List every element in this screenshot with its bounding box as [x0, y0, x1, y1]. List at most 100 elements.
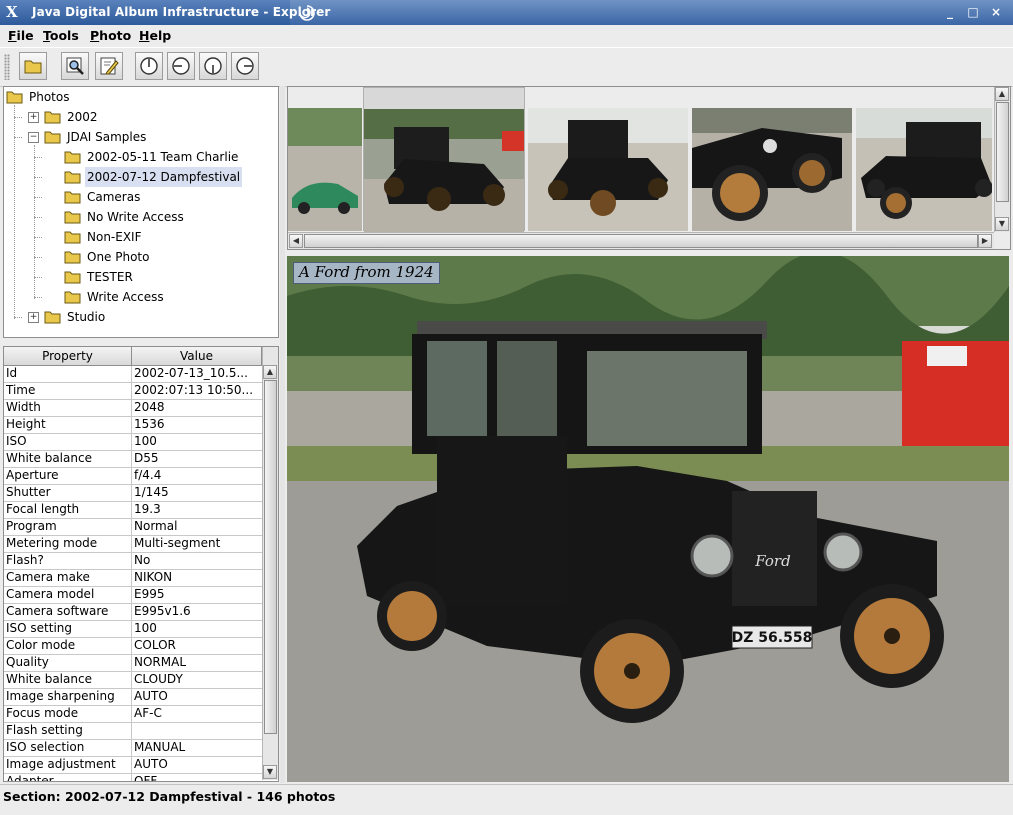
property-name: Camera make — [4, 570, 132, 586]
tree-guide-line — [34, 277, 42, 278]
table-row[interactable]: Camera model E995 — [4, 587, 262, 604]
tree-item[interactable]: Write Access — [4, 287, 276, 307]
property-name: Flash? — [4, 553, 132, 569]
properties-table[interactable]: Property Value Id 2002-07-13_10.5... Time 2… — [3, 346, 279, 782]
tree-item[interactable]: One Photo — [4, 247, 276, 267]
table-row[interactable]: Id 2002-07-13_10.5... — [4, 366, 262, 383]
scroll-down-button[interactable]: ▼ — [263, 765, 277, 779]
property-value: Normal — [134, 519, 178, 533]
tree-item[interactable]: No Write Access — [4, 207, 276, 227]
window-title: Java Digital Album Infrastructure - Expl… — [32, 5, 331, 19]
table-row[interactable]: ISO 100 — [4, 434, 262, 451]
search-photo-icon — [66, 57, 84, 75]
table-row[interactable]: Color mode COLOR — [4, 638, 262, 655]
folder-tree[interactable]: Photos +2002 − JDAI Samples 2002-05-11 Team … — [3, 86, 279, 338]
rotate-up-button[interactable] — [135, 52, 163, 80]
edit-button[interactable] — [95, 52, 123, 80]
tree-item[interactable]: + Studio — [4, 307, 276, 327]
menu-help[interactable]: Help — [139, 28, 171, 43]
table-row[interactable]: Adapter OFF — [4, 774, 262, 781]
tree-item[interactable]: 2002-07-12 Dampfestival — [4, 167, 276, 187]
thumbnail[interactable] — [288, 87, 362, 231]
property-name: White balance — [4, 672, 132, 688]
table-row[interactable]: White balance CLOUDY — [4, 672, 262, 689]
open-folder-button[interactable] — [19, 52, 47, 80]
properties-scroll-thumb[interactable] — [264, 380, 277, 734]
rotate-down-icon — [204, 57, 222, 75]
thumb-scroll-left-button[interactable]: ◀ — [289, 234, 303, 248]
menu-tools[interactable]: Tools — [43, 28, 79, 43]
tree-item[interactable]: +2002 — [4, 107, 276, 127]
tree-item[interactable]: Non-EXIF — [4, 227, 276, 247]
menu-photo[interactable]: Photo — [90, 28, 131, 43]
property-name: Program — [4, 519, 132, 535]
tree-item[interactable]: TESTER — [4, 267, 276, 287]
thumbnail-vscroll-thumb[interactable] — [996, 102, 1009, 202]
table-row[interactable]: Focal length 19.3 — [4, 502, 262, 519]
thumb-scroll-up-button[interactable]: ▲ — [995, 87, 1009, 101]
maximize-button[interactable]: □ — [965, 5, 981, 20]
rotate-left-button[interactable] — [167, 52, 195, 80]
header-value[interactable]: Value — [132, 347, 262, 365]
thumbnail[interactable] — [692, 87, 854, 231]
table-row[interactable]: Camera software E995v1.6 — [4, 604, 262, 621]
table-row[interactable]: Program Normal — [4, 519, 262, 536]
property-name: Quality — [4, 655, 132, 671]
expand-icon[interactable]: + — [28, 112, 39, 123]
table-row[interactable]: Time 2002:07:13 10:50... — [4, 383, 262, 400]
thumbnail-selected[interactable] — [363, 87, 525, 232]
tree-item-label: Non-EXIF — [87, 230, 142, 244]
table-row[interactable]: Flash? No — [4, 553, 262, 570]
thumbnail[interactable] — [856, 87, 994, 231]
table-row[interactable]: White balance D55 — [4, 451, 262, 468]
photo-caption[interactable]: A Ford from 1924 — [293, 262, 440, 284]
property-name: ISO setting — [4, 621, 132, 637]
tree-item[interactable]: 2002-05-11 Team Charlie — [4, 147, 276, 167]
table-row[interactable]: ISO selection MANUAL — [4, 740, 262, 757]
thumbnail-strip[interactable]: ▲ ▼ ◀ ▶ — [287, 86, 1011, 250]
menu-file[interactable]: File — [8, 28, 34, 43]
rotate-down-button[interactable] — [199, 52, 227, 80]
table-row[interactable]: Metering mode Multi-segment — [4, 536, 262, 553]
tree-item[interactable]: Photos — [4, 87, 276, 107]
table-row[interactable]: Shutter 1/145 — [4, 485, 262, 502]
toolbar-grip[interactable] — [4, 54, 10, 80]
table-row[interactable]: ISO setting 100 — [4, 621, 262, 638]
property-name: Flash setting — [4, 723, 132, 739]
thumbnail-image — [528, 108, 688, 231]
expand-icon[interactable]: + — [28, 312, 39, 323]
thumb-scroll-down-button[interactable]: ▼ — [995, 217, 1009, 231]
property-name: Color mode — [4, 638, 132, 654]
table-row[interactable]: Image sharpening AUTO — [4, 689, 262, 706]
tree-item[interactable]: Cameras — [4, 187, 276, 207]
thumbnail-hscroll-thumb[interactable] — [304, 234, 978, 248]
close-button[interactable]: × — [988, 5, 1004, 20]
tree-item-label: No Write Access — [87, 210, 184, 224]
table-row[interactable]: Width 2048 — [4, 400, 262, 417]
header-property[interactable]: Property — [4, 347, 132, 365]
status-text: Section: 2002-07-12 Dampfestival - 146 p… — [3, 789, 336, 804]
split-divider[interactable] — [280, 86, 285, 783]
table-row[interactable]: Flash setting — [4, 723, 262, 740]
menu-tools-mnemonic: T — [43, 28, 50, 43]
rotate-left-icon — [172, 57, 190, 75]
search-photo-button[interactable] — [61, 52, 89, 80]
properties-scrollbar[interactable]: ▲ ▼ — [262, 347, 278, 780]
photo-view[interactable]: DZ 56.558 Ford A Ford from 1924 — [287, 256, 1009, 782]
tree-item[interactable]: − JDAI Samples — [4, 127, 276, 147]
table-row[interactable]: Focus mode AF-C — [4, 706, 262, 723]
thumbnail-hscrollbar[interactable]: ◀ ▶ — [288, 232, 994, 249]
table-row[interactable]: Quality NORMAL — [4, 655, 262, 672]
minimize-button[interactable]: _ — [942, 5, 958, 20]
thumbnail-vscrollbar[interactable]: ▲ ▼ — [994, 87, 1010, 232]
table-row[interactable]: Aperture f/4.4 — [4, 468, 262, 485]
collapse-icon[interactable]: − — [28, 132, 39, 143]
rotate-right-button[interactable] — [231, 52, 259, 80]
scroll-up-button[interactable]: ▲ — [263, 365, 277, 379]
thumb-scroll-right-button[interactable]: ▶ — [978, 234, 992, 248]
table-row[interactable]: Height 1536 — [4, 417, 262, 434]
thumbnail[interactable] — [528, 87, 690, 231]
table-row[interactable]: Camera make NIKON — [4, 570, 262, 587]
property-name: Id — [4, 366, 132, 382]
table-row[interactable]: Image adjustment AUTO — [4, 757, 262, 774]
